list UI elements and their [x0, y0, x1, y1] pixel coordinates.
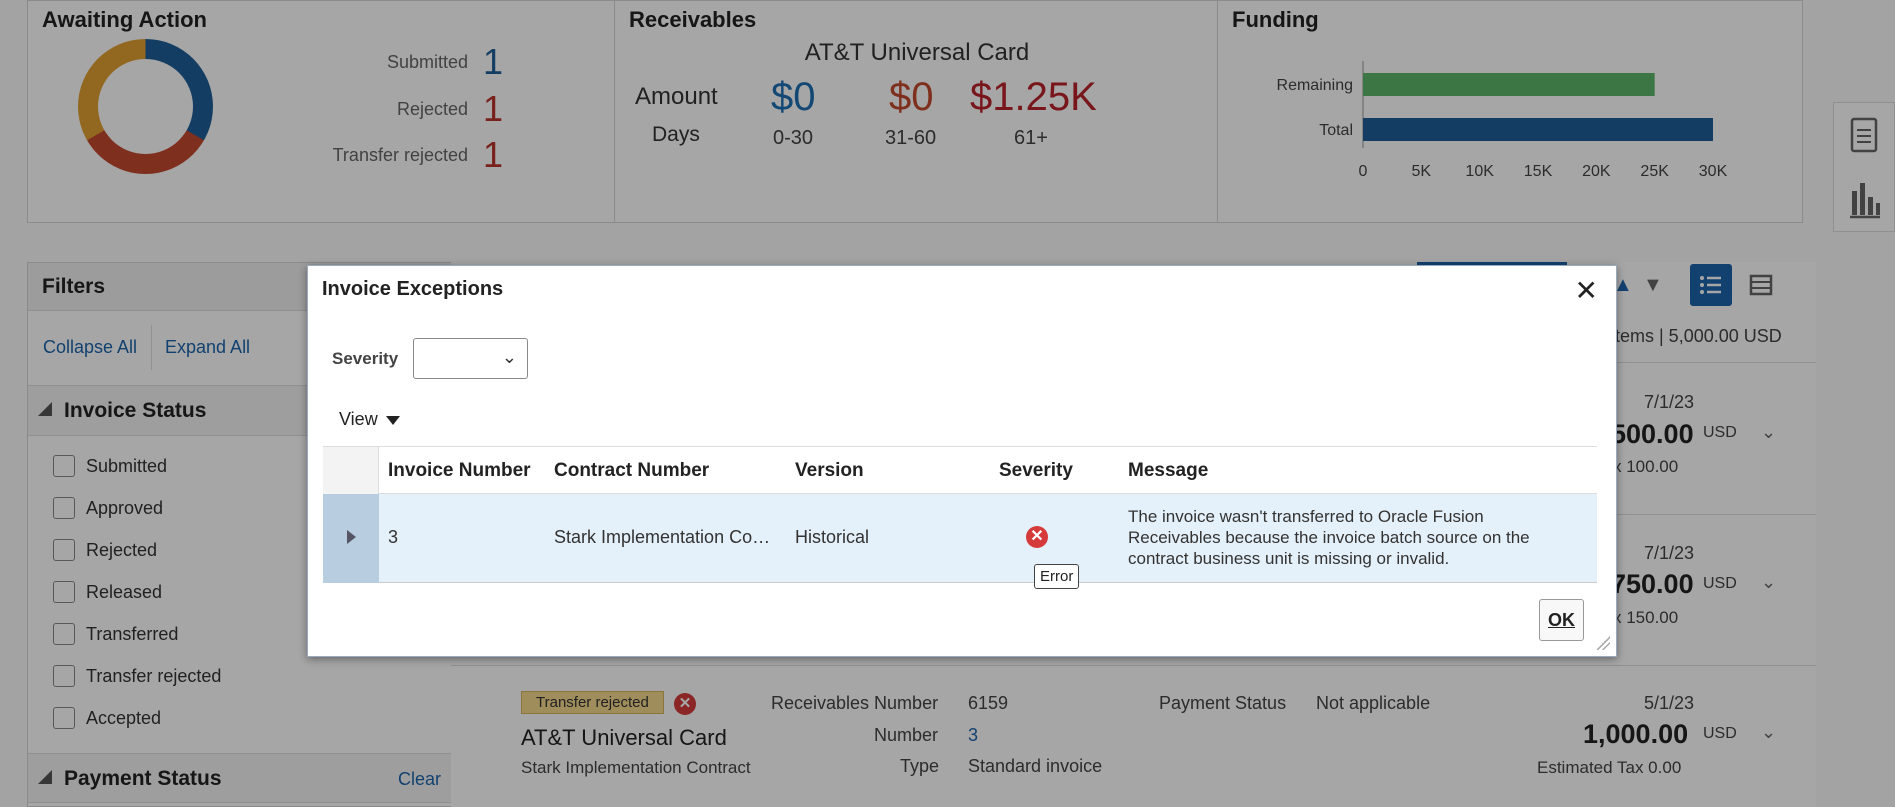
resize-handle[interactable]	[1596, 636, 1610, 650]
severity-select[interactable]: ⌄	[413, 338, 528, 379]
view-menu[interactable]: View	[339, 409, 400, 430]
row-expander[interactable]	[323, 494, 379, 583]
cell-message: The invoice wasn't transferred to Oracle…	[1128, 507, 1530, 568]
severity-filter-label: Severity	[332, 349, 399, 368]
row-header-gutter	[323, 447, 379, 495]
expand-triangle-icon[interactable]	[347, 530, 356, 544]
table-row[interactable]: 3 Stark Implementation Co… Historical ✕ …	[323, 494, 1597, 583]
cell-contract-number: Stark Implementation Co…	[554, 527, 771, 547]
cell-invoice-number: 3	[388, 527, 399, 547]
column-header-version[interactable]: Version	[795, 460, 864, 482]
dropdown-arrow-icon	[385, 415, 400, 425]
table-header: Invoice Number Contract Number Version S…	[323, 446, 1597, 495]
column-header-message[interactable]: Message	[1128, 460, 1208, 482]
column-header-contract-number[interactable]: Contract Number	[554, 460, 709, 482]
page: Awaiting Action Submitted 1 Rejected 1 T…	[0, 0, 1895, 807]
ok-button[interactable]: OK	[1539, 599, 1584, 641]
dialog-title: Invoice Exceptions	[322, 278, 504, 300]
cell-version: Historical	[795, 527, 870, 547]
close-icon[interactable]: ✕	[1575, 274, 1598, 307]
severity-tooltip: Error	[1034, 564, 1080, 589]
error-icon[interactable]: ✕	[1026, 526, 1048, 548]
column-header-severity[interactable]: Severity	[999, 460, 1073, 482]
invoice-exceptions-dialog: Invoice Exceptions ✕ Severity ⌄ View Inv…	[307, 265, 1617, 657]
view-menu-label: View	[339, 409, 378, 429]
chevron-down-icon: ⌄	[501, 347, 517, 367]
column-header-invoice-number[interactable]: Invoice Number	[388, 460, 531, 482]
